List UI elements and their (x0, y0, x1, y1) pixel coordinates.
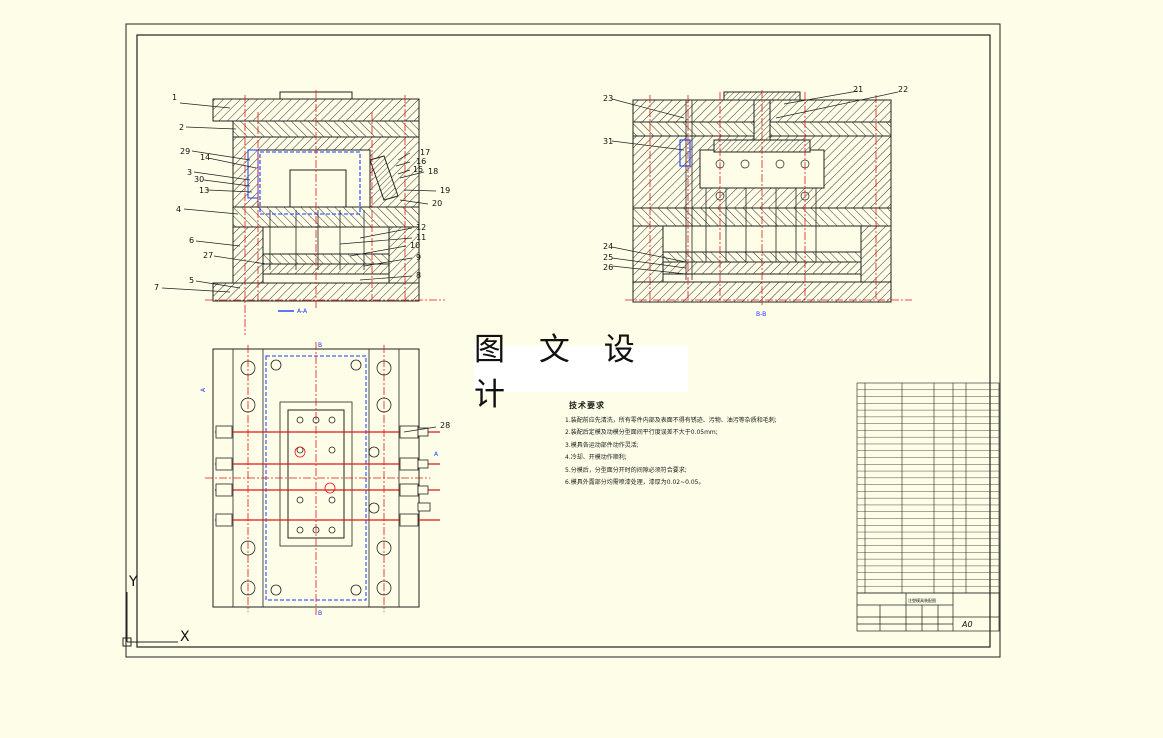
part-label: 22 (898, 85, 908, 94)
technical-line: 4.冷却、开模动作顺利; (565, 454, 627, 461)
ucs-axis-icon (122, 592, 178, 647)
ucs-x-label: X (180, 629, 190, 645)
technical-requirements: 技术要求 1.装配前应先清洗，所有零件内部及表面不得有锈迹、污物、油污等杂质和毛… (565, 400, 855, 490)
part-label: 8 (416, 271, 421, 280)
part-label: 21 (853, 85, 863, 94)
part-label: 27 (203, 251, 213, 260)
section-bb-view: B-B (625, 90, 912, 318)
section-bb-label: B-B (756, 311, 766, 318)
part-label: 17 (420, 148, 430, 157)
technical-line: 3.模具各运动部件动作灵活; (565, 441, 639, 449)
section-b-mark-bottom: B (318, 610, 322, 617)
technical-line: 2.装配后定模及动模分型面间平行度误差不大于0.05mm; (565, 429, 718, 436)
technical-line: 5.分模后，分型面分开时的间隙必须符合要求; (565, 466, 687, 474)
part-label: 30 (194, 175, 204, 184)
section-aa-view: A-A (205, 90, 445, 335)
part-label: 24 (603, 242, 613, 251)
part-label: 20 (432, 199, 442, 208)
part-label: 9 (416, 253, 421, 262)
plan-view: 28 B B A A (200, 342, 450, 617)
ucs-y-label: Y (128, 574, 138, 590)
watermark-text: 图 文 设 计 (474, 332, 688, 413)
part-label: 6 (189, 236, 194, 245)
sheet-size: A0 (961, 620, 973, 629)
bom-rows (857, 389, 999, 587)
drawing-name: 注塑模具装配图 (908, 597, 936, 603)
part-label: 26 (603, 263, 613, 272)
part-label: 4 (176, 205, 181, 214)
part-label: 23 (603, 94, 613, 103)
section-b-mark-top: B (318, 342, 322, 349)
part-label: 13 (199, 186, 209, 195)
part-label: 10 (410, 241, 420, 250)
part-label: 12 (416, 223, 426, 232)
part-label: 5 (189, 276, 194, 285)
part-label: 14 (200, 153, 210, 162)
part-label: 31 (603, 137, 613, 146)
part-label: 19 (440, 186, 450, 195)
section-a-mark-left: A (200, 387, 207, 392)
part-label: 2 (179, 123, 184, 132)
part-label: 3 (187, 168, 192, 177)
part-label: 25 (603, 253, 613, 262)
technical-line: 1.装配前应先清洗，所有零件内部及表面不得有锈迹、污物、油污等杂质和毛刺; (565, 416, 777, 424)
part-label: 1 (172, 93, 177, 102)
part-label: 18 (428, 167, 438, 176)
section-aa-label: A-A (297, 308, 308, 315)
part-label: 28 (440, 421, 450, 430)
section-a-mark: A (434, 451, 439, 458)
part-label: 15 (413, 165, 423, 174)
part-label: 7 (154, 283, 159, 292)
technical-title: 技术要求 (569, 401, 605, 410)
part-label: 29 (180, 147, 190, 156)
technical-line: 6.模具外露部分均需喷漆处理，漆厚为0.02~0.05。 (565, 479, 705, 486)
bom-table (856, 382, 1000, 594)
